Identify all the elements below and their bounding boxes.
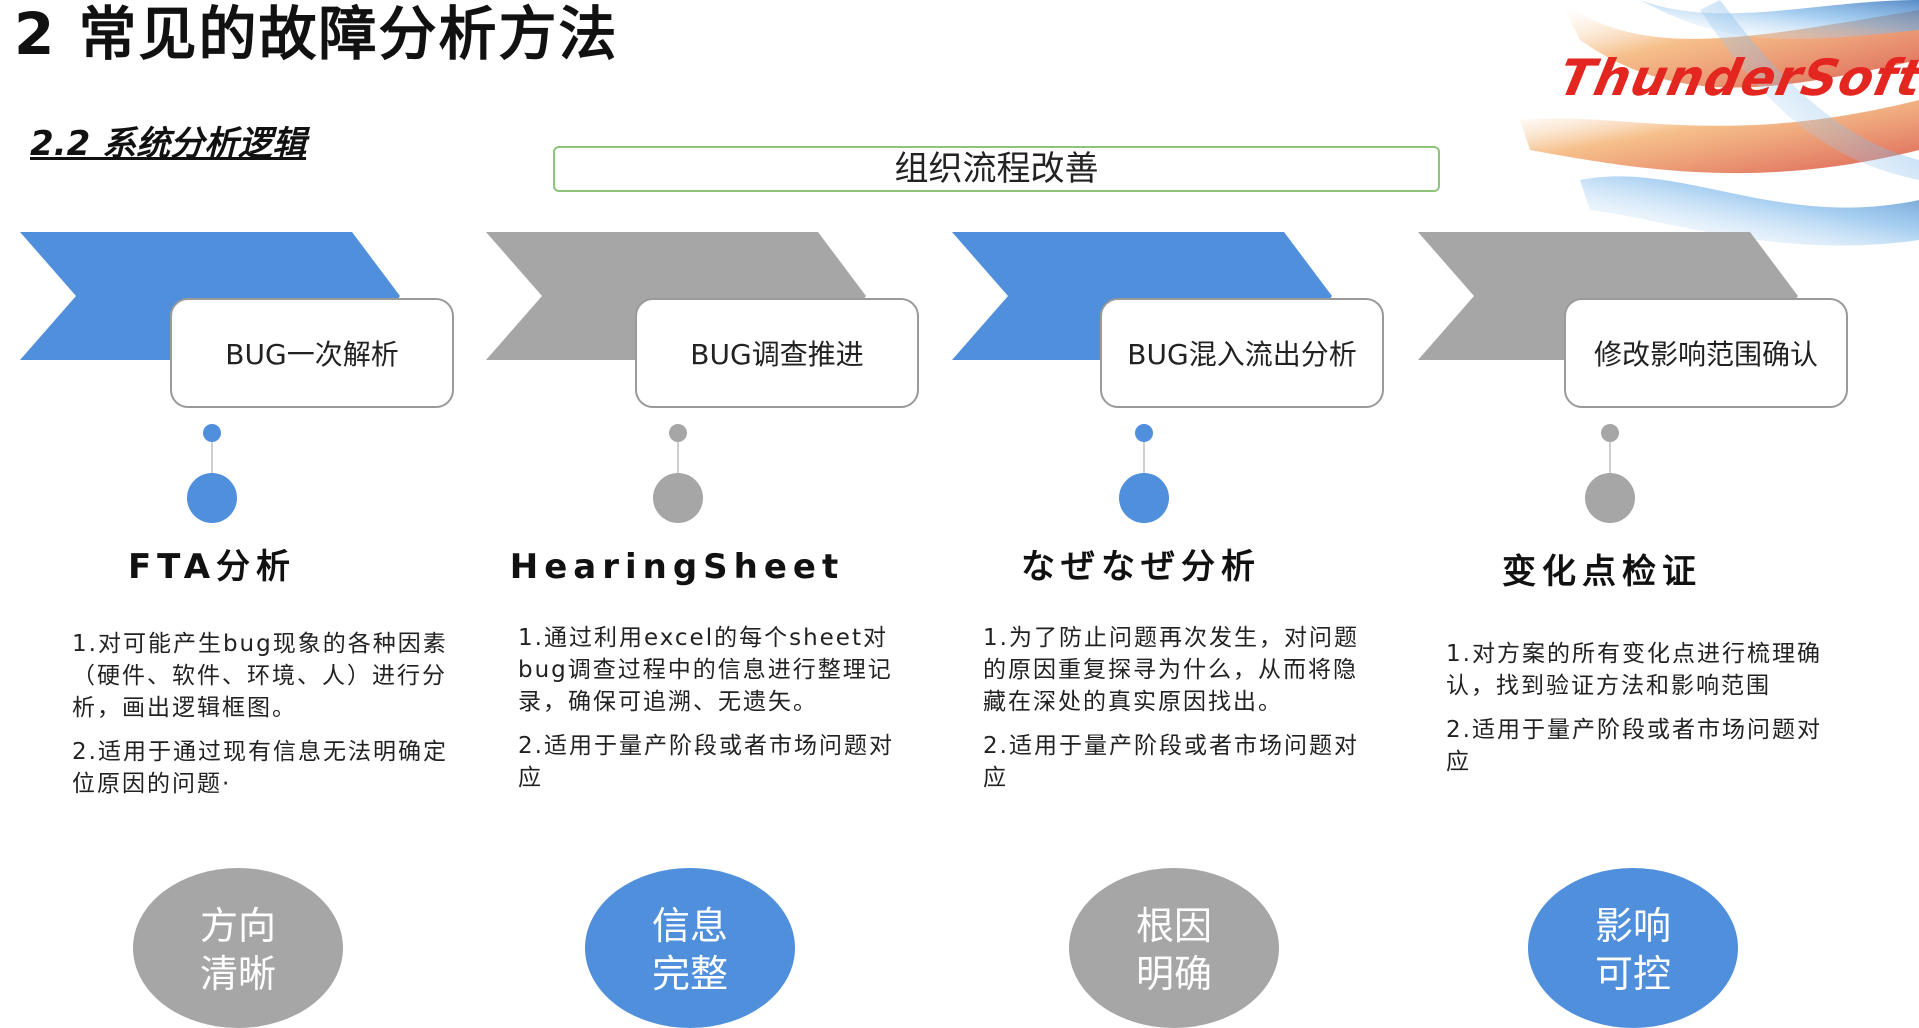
stage-result-1-line-2: 清晰 [199,952,276,996]
big-dot-3 [1119,473,1169,523]
stage-desc-3: 1.为了防止问题再次发生，对问题的原因重复探寻为什么，从而将隐藏在深处的真实原因… [983,622,1363,806]
stage-method-3: なぜなぜ分析 [1021,547,1261,587]
small-dot-4 [1601,424,1619,442]
stage-result-2: 信息 完整 [585,868,795,1028]
slide-title: 2 常见的故障分析方法 [14,0,619,68]
stage-desc-4-item-1: 1.对方案的所有变化点进行梳理确认，找到验证方法和影响范围 [1446,641,1822,699]
stage-desc-4-item-2: 2.适用于量产阶段或者市场问题对应 [1446,717,1822,775]
stage-desc-2-item-2: 2.适用于量产阶段或者市场问题对应 [518,733,894,791]
stage-result-2-line-2: 完整 [651,952,728,996]
stage-desc-3-item-1: 1.为了防止问题再次发生，对问题的原因重复探寻为什么，从而将隐藏在深处的真实原因… [983,625,1359,715]
small-dot-1 [203,424,221,442]
stage-method-2: HearingSheet [509,547,845,587]
stage-result-1-line-1: 方向 [199,904,276,948]
stage-result-2-line-1: 信息 [651,904,728,948]
org-process-banner: 组织流程改善 [553,146,1440,192]
small-dot-2 [669,424,687,442]
big-dot-4 [1585,473,1635,523]
stage-desc-1-item-2: 2.适用于通过现有信息无法明确定位原因的问题· [72,739,448,797]
stage-step-box-2: BUG调查推进 [635,298,919,408]
logo-swirl-graphic [1520,0,1919,246]
stage-result-3: 根因 明确 [1069,868,1279,1028]
stage-method-4: 变化点检证 [1502,552,1702,592]
stage-result-4-line-1: 影响 [1594,904,1671,948]
big-dot-1 [187,473,237,523]
stage-step-box-3: BUG混入流出分析 [1100,298,1384,408]
big-dot-2 [653,473,703,523]
stage-desc-1-item-1: 1.对可能产生bug现象的各种因素（硬件、软件、环境、人）进行分析，画出逻辑框图… [72,631,448,721]
stage-desc-2-item-1: 1.通过利用excel的每个sheet对bug调查过程中的信息进行整理记录，确保… [518,625,893,715]
stage-result-1: 方向 清晰 [133,868,343,1028]
stage-result-4: 影响 可控 [1528,868,1738,1028]
stage-method-1: FTA分析 [127,547,297,587]
stage-desc-2: 1.通过利用excel的每个sheet对bug调查过程中的信息进行整理记录，确保… [518,622,898,806]
stage-result-4-line-2: 可控 [1594,952,1671,996]
slide-subtitle: 2.2 系统分析逻辑 [30,124,307,164]
stage-desc-3-item-2: 2.适用于量产阶段或者市场问题对应 [983,733,1359,791]
stage-step-box-4: 修改影响范围确认 [1564,298,1848,408]
brand-logo: ThunderSoft [1553,49,1919,107]
stage-desc-1: 1.对可能产生bug现象的各种因素（硬件、软件、环境、人）进行分析，画出逻辑框图… [72,628,452,812]
stage-result-3-line-2: 明确 [1135,952,1212,996]
stage-step-box-1: BUG一次解析 [170,298,454,408]
stage-result-3-line-1: 根因 [1135,904,1212,948]
stage-desc-4: 1.对方案的所有变化点进行梳理确认，找到验证方法和影响范围 2.适用于量产阶段或… [1446,638,1826,790]
small-dot-3 [1135,424,1153,442]
